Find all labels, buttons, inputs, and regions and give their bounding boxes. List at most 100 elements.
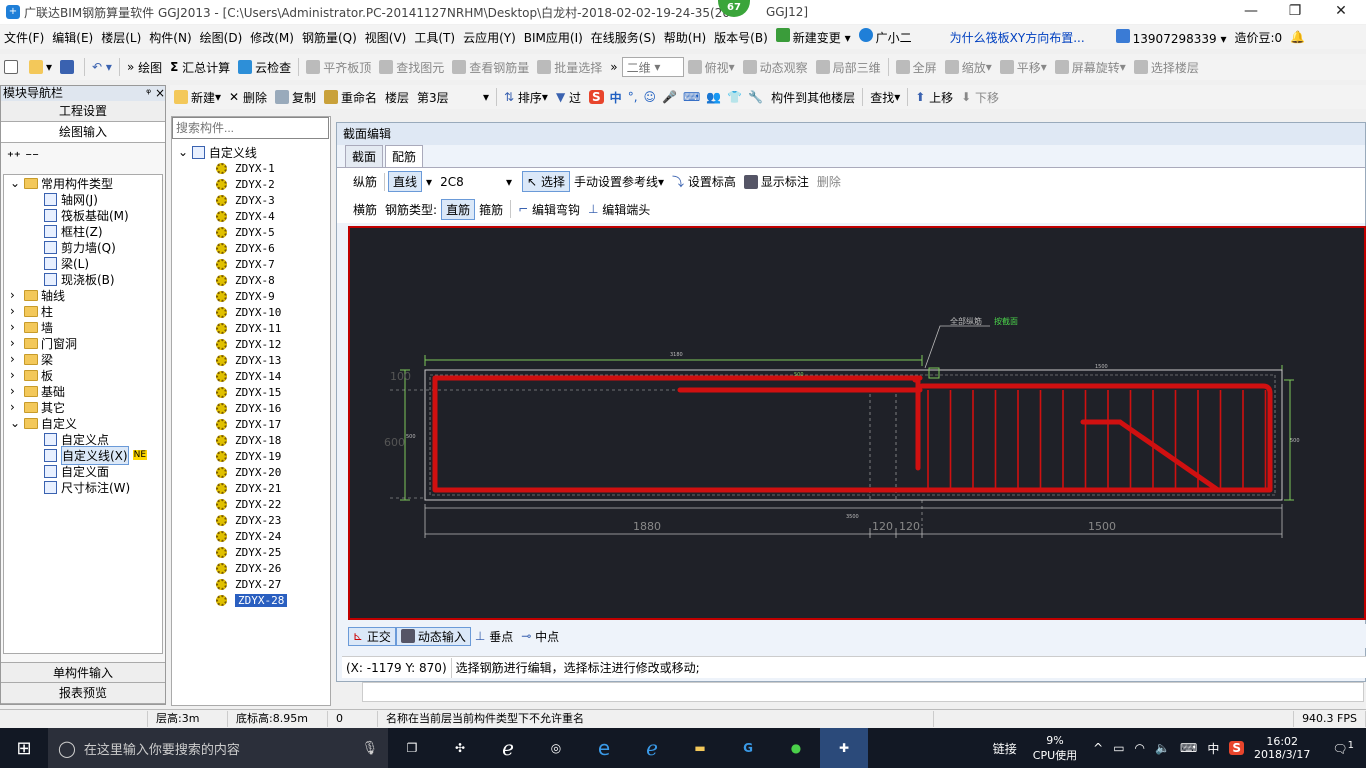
dim-total[interactable]: 3500 [846, 514, 859, 520]
sogou-tray-icon[interactable]: S [1229, 741, 1244, 755]
menu-view[interactable]: 视图(V) [361, 29, 411, 46]
wifi-icon[interactable]: ◠ [1135, 741, 1145, 755]
dynamic-view-button[interactable]: 动态观察 [739, 59, 812, 76]
pin-icon[interactable]: ᵠ × [146, 86, 165, 101]
notification-icon[interactable]: 🗨1 [1332, 740, 1354, 756]
tree-item[interactable]: 筏板基础(M) [4, 207, 162, 223]
project-settings-button[interactable]: 工程设置 [1, 101, 165, 122]
ime-indicator[interactable]: 中 [1207, 740, 1219, 757]
manual-ref-button[interactable]: 手动设置参考线 ▾ [570, 173, 668, 190]
move-up-button[interactable]: ⬆ 上移 [911, 89, 957, 106]
tree-item[interactable]: › 其它 [4, 399, 162, 415]
list-root[interactable]: ⌄ 自定义线 [178, 144, 328, 160]
tree-item[interactable]: 现浇板(B) [4, 271, 162, 287]
dim-top-left[interactable]: 3180 [670, 352, 683, 358]
annot-by-section[interactable]: 按截面 [994, 316, 1018, 326]
align-top-button[interactable]: 平齐板顶 [302, 59, 375, 76]
delete-rebar-button[interactable]: 删除 [813, 173, 845, 190]
file-explorer-icon[interactable]: ▬ [676, 728, 724, 768]
list-item[interactable]: ZDYX-14 [178, 368, 328, 384]
rotate-button[interactable]: 屏幕旋转 ▾ [1051, 59, 1130, 76]
list-item[interactable]: ZDYX-9 [178, 288, 328, 304]
list-item[interactable]: ZDYX-11 [178, 320, 328, 336]
open-file-icon[interactable]: ▾ [25, 60, 56, 74]
filter-button[interactable]: ▼ 过 [552, 89, 585, 106]
fullscreen-button[interactable]: 全屏 [892, 59, 941, 76]
cloud-check-button[interactable]: 云检查 [234, 59, 295, 76]
start-button[interactable]: ⊞ [0, 728, 48, 768]
chevron-right-icon[interactable]: › [10, 336, 24, 350]
show-label-button[interactable]: 显示标注 [740, 173, 813, 190]
list-item[interactable]: ZDYX-27 [178, 576, 328, 592]
menu-modify[interactable]: 修改(M) [246, 29, 298, 46]
tree-item[interactable]: › 基础 [4, 383, 162, 399]
task-view-icon[interactable]: ❐ [388, 728, 436, 768]
user-account[interactable]: 13907298339 ▾ [1112, 28, 1231, 46]
ie-icon[interactable]: ℯ [484, 728, 532, 768]
section-canvas[interactable]: 全部纵筋 按截面 3180 1500 1880 120 120 1500 100… [348, 226, 1366, 620]
view-mode-select[interactable]: 二维 ▾ [621, 57, 684, 77]
tree-item[interactable]: 梁(L) [4, 255, 162, 271]
chevron-right-icon[interactable]: › [10, 400, 24, 414]
view-rebar-button[interactable]: 查看钢筋量 [448, 59, 533, 76]
set-elevation-button[interactable]: ⤵ 设置标高 [668, 173, 740, 190]
list-item[interactable]: ZDYX-24 [178, 528, 328, 544]
keyboard-icon[interactable]: ⌨ [1180, 741, 1197, 755]
expand-collapse-icons[interactable]: ⁺⁺ ⁻⁻ [7, 150, 39, 165]
rename-button[interactable]: 重命名 [320, 89, 381, 106]
bell-icon[interactable]: 🔔 [1286, 30, 1309, 44]
list-item[interactable]: ZDYX-12 [178, 336, 328, 352]
menu-floor[interactable]: 楼层(L) [97, 29, 145, 46]
move-down-button[interactable]: ⬇ 下移 [957, 89, 1003, 106]
list-item[interactable]: ZDYX-8 [178, 272, 328, 288]
list-item[interactable]: ZDYX-25 [178, 544, 328, 560]
chevron-right-icon[interactable]: › [10, 304, 24, 318]
section-drawing[interactable]: 全部纵筋 按截面 3180 1500 1880 120 120 1500 100… [350, 228, 1364, 618]
dim-bottom-1[interactable]: 1880 [633, 520, 661, 533]
menu-bim[interactable]: BIM应用(I) [520, 29, 587, 46]
list-item[interactable]: ZDYX-17 [178, 416, 328, 432]
menu-online[interactable]: 在线服务(S) [587, 29, 660, 46]
browser-icon[interactable]: ◎ [532, 728, 580, 768]
tree-item[interactable]: › 墙 [4, 319, 162, 335]
tree-item[interactable]: 轴网(J) [4, 191, 162, 207]
tree-item[interactable]: › 轴线 [4, 287, 162, 303]
tree-item[interactable]: › 门窗洞 [4, 335, 162, 351]
component-search-input[interactable] [172, 117, 329, 139]
tree-item[interactable]: › 梁 [4, 351, 162, 367]
rebar-layout[interactable] [432, 375, 1273, 493]
batch-select-button[interactable]: 批量选择 [533, 59, 606, 76]
local-3d-button[interactable]: 局部三维 [812, 59, 885, 76]
find-button[interactable]: 查找 ▾ [866, 89, 904, 106]
list-item[interactable]: ZDYX-26 [178, 560, 328, 576]
chevron-right-icon[interactable]: › [10, 320, 24, 334]
list-item[interactable]: ZDYX-10 [178, 304, 328, 320]
find-element-button[interactable]: 查找图元 [375, 59, 448, 76]
single-input-button[interactable]: 单构件输入 [1, 662, 165, 683]
dim-bottom-2[interactable]: 120 [872, 520, 893, 533]
tree-item[interactable]: 自定义线(X) NE [4, 445, 162, 465]
guangxiaoer-button[interactable]: 广小二 [855, 28, 916, 46]
ggj-app-icon[interactable]: ✚ [820, 728, 868, 768]
select-floor-button[interactable]: 选择楼层 [1130, 59, 1203, 76]
menu-draw[interactable]: 绘图(D) [196, 29, 247, 46]
list-item[interactable]: ZDYX-18 [178, 432, 328, 448]
edit-hook-button[interactable]: ⌐ 编辑弯钩 [514, 201, 584, 218]
menu-rebar[interactable]: 钢筋量(Q) [298, 29, 361, 46]
copy-button[interactable]: 复制 [271, 89, 320, 106]
clock[interactable]: 16:02 2018/3/17 [1254, 735, 1310, 761]
new-change-button[interactable]: 新建变更 ▾ [772, 28, 855, 46]
stirrup-button[interactable]: 箍筋 [475, 201, 507, 218]
list-item[interactable]: ZDYX-6 [178, 240, 328, 256]
list-item[interactable]: ZDYX-15 [178, 384, 328, 400]
menu-version[interactable]: 版本号(B) [710, 29, 772, 46]
report-preview-button[interactable]: 报表预览 [1, 683, 165, 704]
tree-item[interactable]: › 柱 [4, 303, 162, 319]
chevron-right-icon[interactable]: › [10, 368, 24, 382]
dynamic-input-toggle[interactable]: 动态输入 [395, 626, 471, 646]
battery-icon[interactable]: ▭ [1113, 741, 1124, 755]
copy-to-floor-button[interactable]: 构件到其他楼层 [767, 89, 859, 106]
ortho-toggle[interactable]: ⊾ 正交 [348, 626, 396, 646]
menu-tools[interactable]: 工具(T) [410, 29, 459, 46]
perpendicular-snap[interactable]: ⊥ 垂点 [471, 628, 517, 645]
